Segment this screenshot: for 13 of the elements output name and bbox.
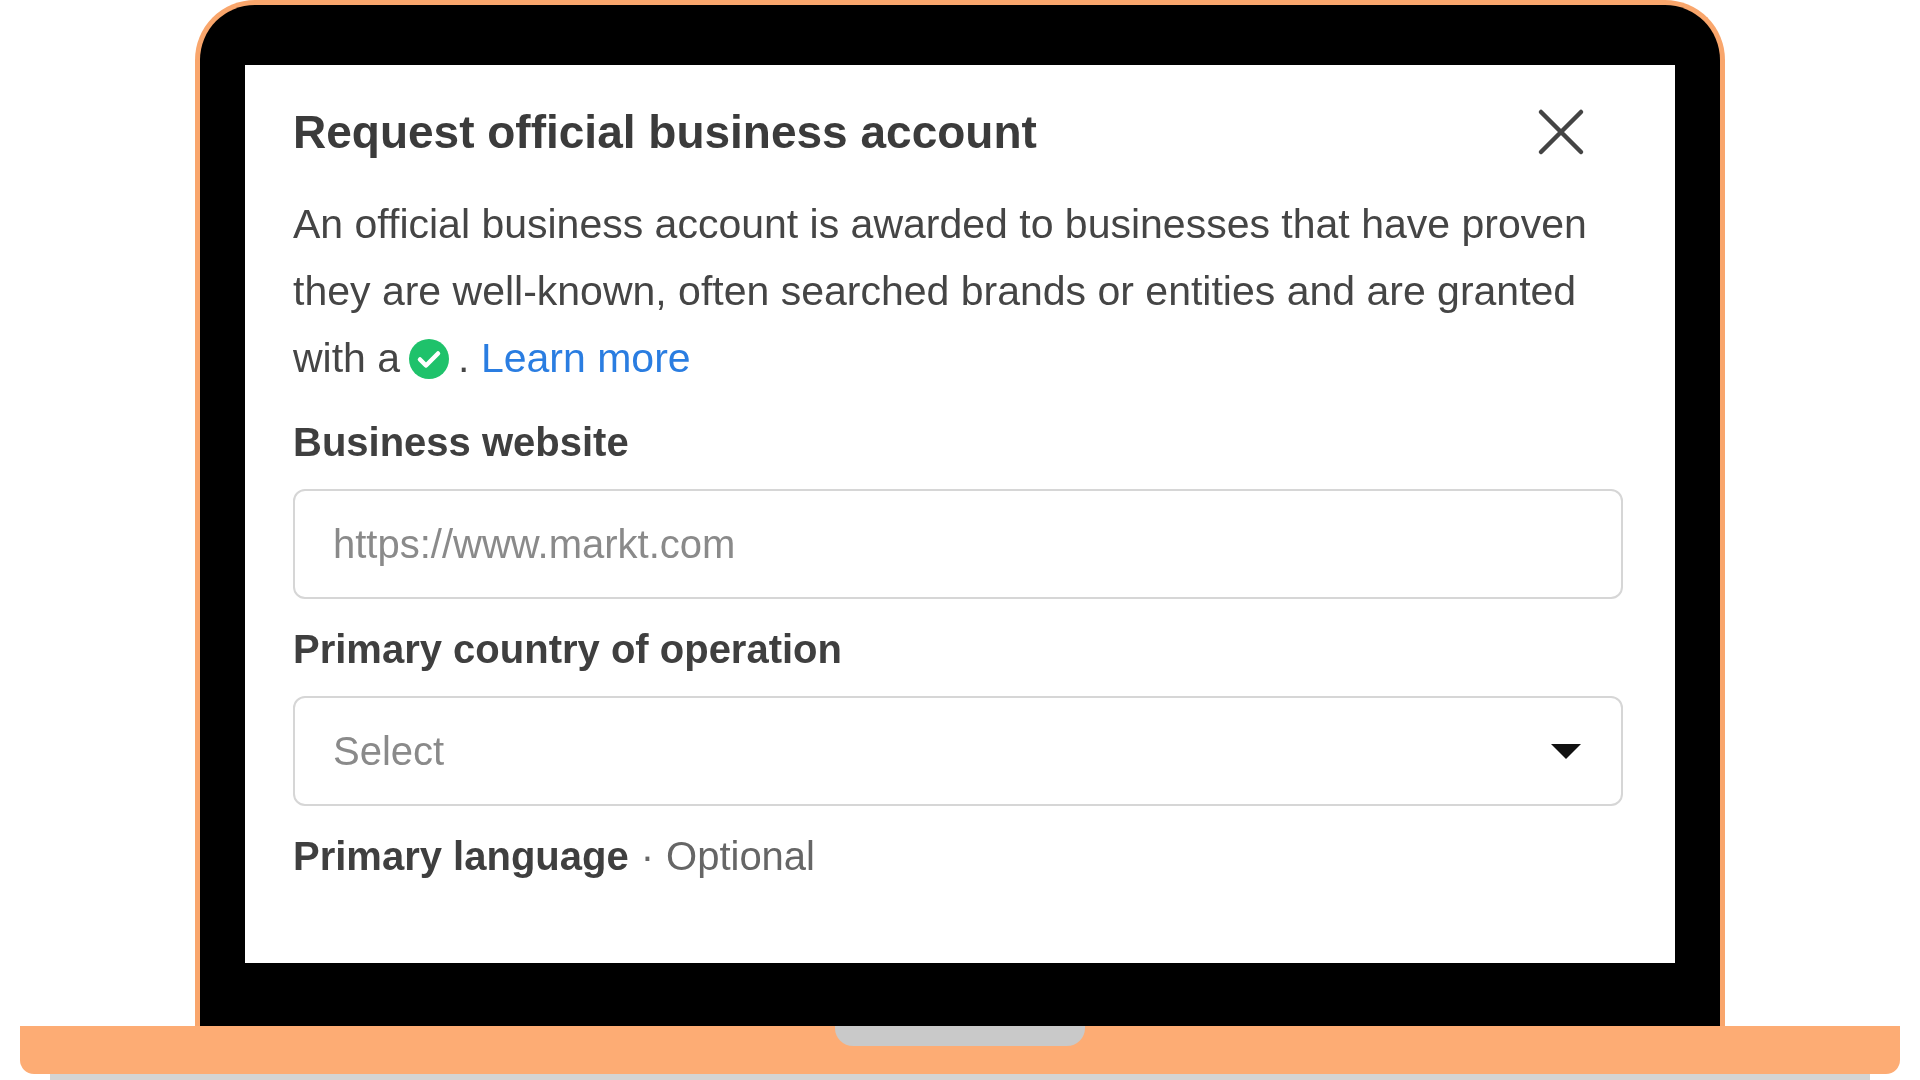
description-text: An official business account is awarded to businesses that have proven they are well-known, often searched brands or entities and are granted with a . Learn more xyxy=(293,200,1588,383)
dialog-title: Request official business account xyxy=(293,105,1037,159)
learn-more-link[interactable]: Learn more xyxy=(480,335,691,381)
optional-note: Optional xyxy=(666,834,815,879)
separator-dot: · xyxy=(640,834,654,879)
field-label: Primary country of operation xyxy=(293,627,843,672)
verified-check-icon xyxy=(408,338,451,380)
field-label: Business website xyxy=(293,420,630,465)
select-placeholder: Select xyxy=(333,728,445,774)
field-label: Primary language xyxy=(293,834,629,879)
website-input-field[interactable]: https://www.markt.com xyxy=(293,489,1623,599)
caret-icon xyxy=(1549,741,1583,761)
country-select[interactable]: Select xyxy=(293,696,1623,806)
